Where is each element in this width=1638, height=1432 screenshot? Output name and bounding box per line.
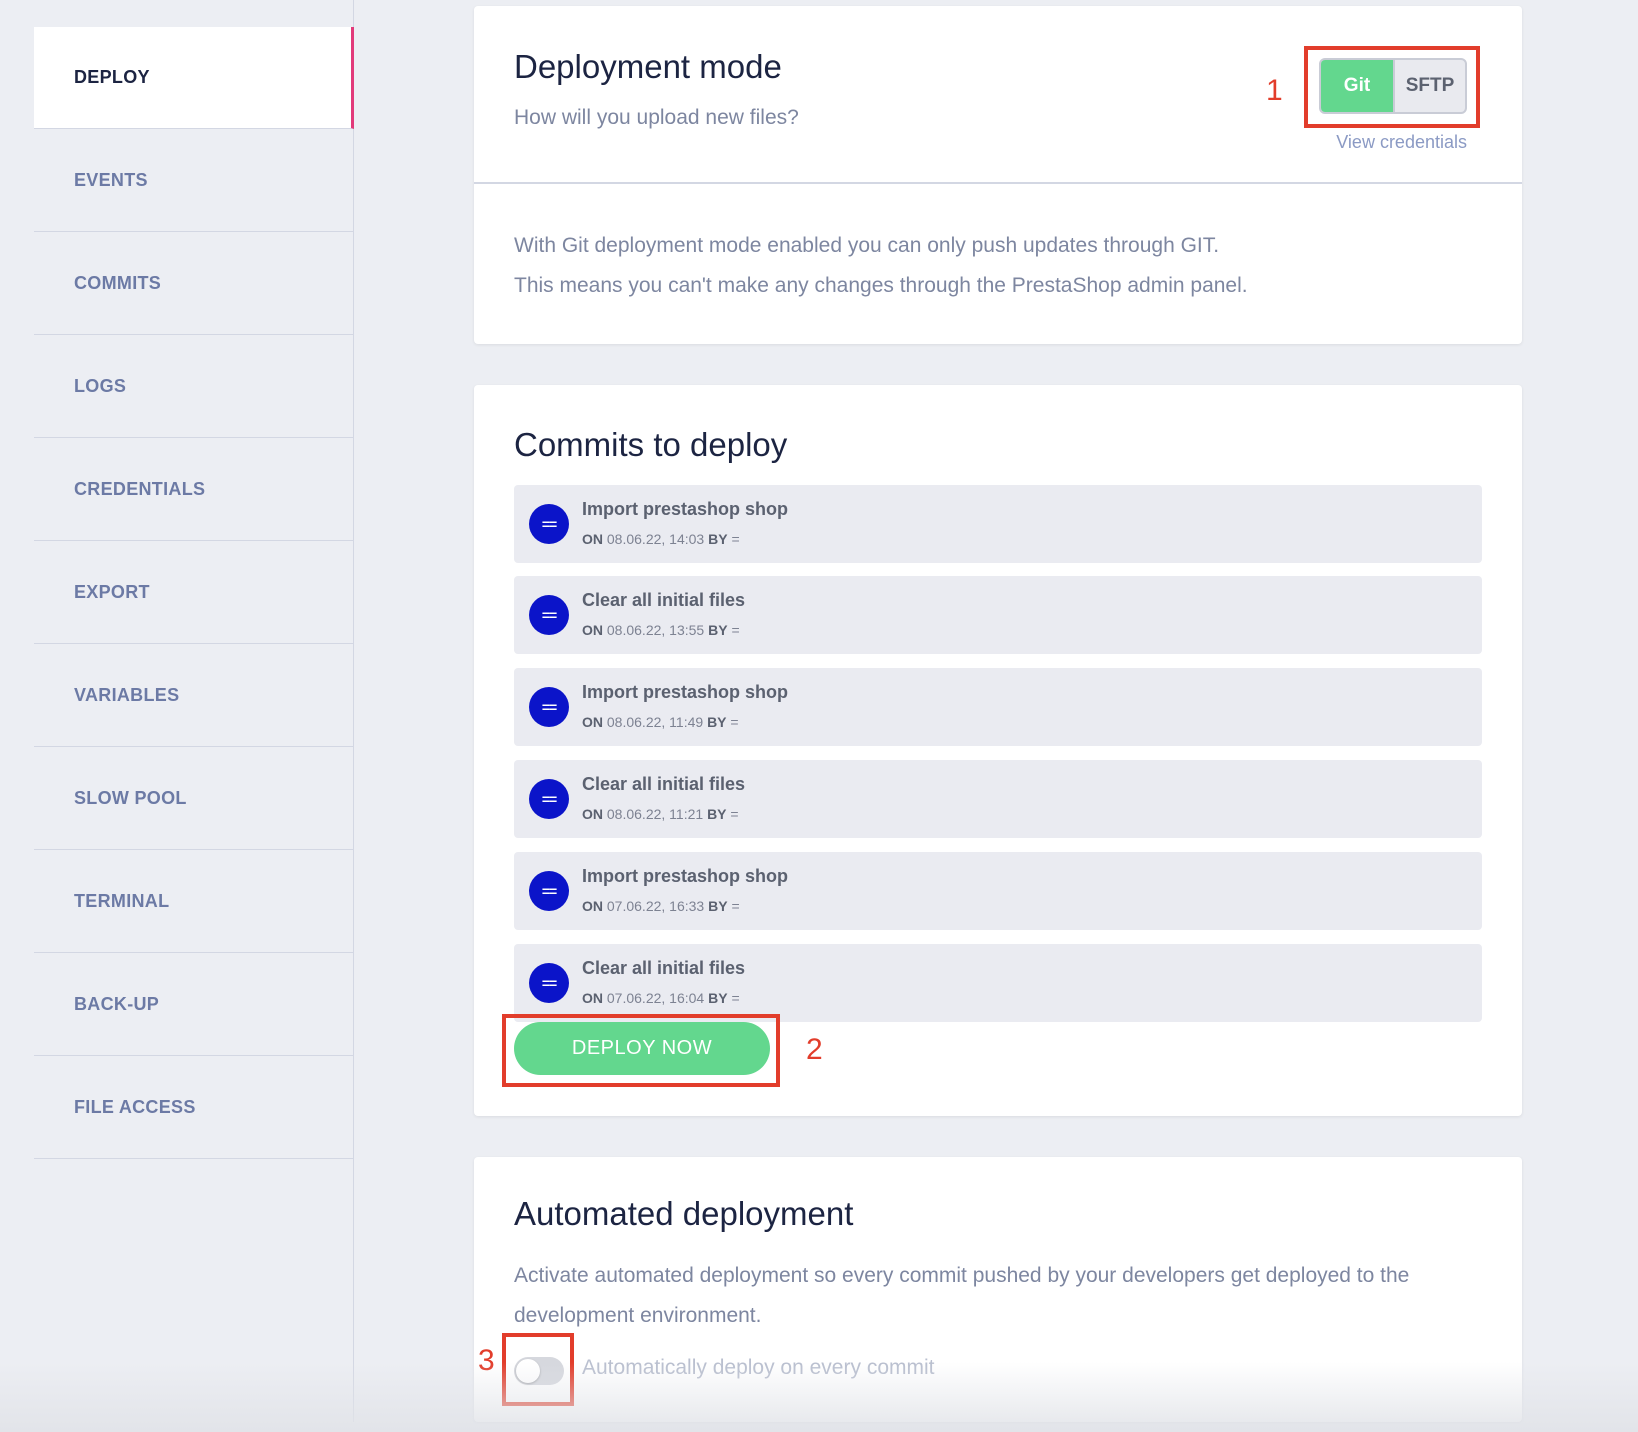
commit-meta: ON 08.06.22, 13:55 BY = (582, 622, 740, 638)
by-label: BY (708, 898, 728, 914)
on-label: ON (582, 622, 603, 638)
sidebar-item-label: COMMITS (74, 272, 162, 293)
by-label: BY (708, 531, 728, 547)
deployment-mode-title: Deployment mode (514, 48, 782, 85)
on-label: ON (582, 990, 603, 1006)
sidebar-item-slow-pool[interactable]: SLOW POOL (34, 747, 354, 850)
sidebar-item-label: EVENTS (74, 169, 148, 190)
commit-author: = (731, 622, 740, 638)
sidebar-item-logs[interactable]: LOGS (34, 335, 354, 438)
sftp-mode-button[interactable]: SFTP (1393, 60, 1465, 112)
sidebar-item-events[interactable]: EVENTS (34, 129, 354, 232)
git-mode-button[interactable]: Git (1321, 60, 1393, 112)
annotation-number-3: 3 (478, 1344, 495, 1377)
commit-item[interactable]: == Import prestashop shop ON 08.06.22, 1… (514, 668, 1482, 746)
sidebar-item-label: TERMINAL (74, 890, 170, 911)
avatar: == (529, 963, 569, 1003)
avatar: == (529, 687, 569, 727)
avatar: == (529, 779, 569, 819)
commit-message: Import prestashop shop (582, 682, 789, 702)
deployment-mode-subtitle: How will you upload new files? (514, 106, 799, 129)
sidebar-item-label: CREDENTIALS (74, 478, 206, 499)
annotation-box-3 (502, 1333, 574, 1406)
sidebar-item-label: BACK-UP (74, 993, 160, 1014)
commits-title: Commits to deploy (514, 426, 788, 463)
sidebar-item-variables[interactable]: VARIABLES (34, 644, 354, 747)
by-label: BY (707, 714, 727, 730)
commit-message: Clear all initial files (582, 774, 746, 794)
sidebar-item-commits[interactable]: COMMITS (34, 232, 354, 335)
commit-item[interactable]: == Clear all initial files ON 08.06.22, … (514, 576, 1482, 654)
commit-item[interactable]: == Clear all initial files ON 08.06.22, … (514, 760, 1482, 838)
commits-card: Commits to deploy == Import prestashop s… (474, 385, 1522, 1116)
commit-meta: ON 08.06.22, 14:03 BY = (582, 531, 740, 547)
description-line: With Git deployment mode enabled you can… (514, 234, 1220, 257)
commit-author: = (731, 898, 740, 914)
sidebar-item-deploy[interactable]: DEPLOY (34, 27, 354, 129)
commit-date: 08.06.22, 14:03 (606, 531, 705, 547)
on-label: ON (582, 898, 603, 914)
sidebar-item-back-up[interactable]: BACK-UP (34, 953, 354, 1056)
commit-date: 07.06.22, 16:04 (606, 990, 705, 1006)
sidebar-item-label: DEPLOY (74, 67, 150, 87)
commit-meta: ON 08.06.22, 11:21 BY = (582, 806, 739, 822)
commit-date: 07.06.22, 16:33 (606, 898, 705, 914)
sidebar-item-export[interactable]: EXPORT (34, 541, 354, 644)
commit-item[interactable]: == Import prestashop shop ON 08.06.22, 1… (514, 485, 1482, 563)
commit-author: = (730, 806, 739, 822)
sidebar-item-credentials[interactable]: CREDENTIALS (34, 438, 354, 541)
on-label: ON (582, 714, 603, 730)
commit-author: = (731, 990, 740, 1006)
annotation-number-2: 2 (806, 1033, 823, 1066)
by-label: BY (708, 622, 728, 638)
commit-item[interactable]: == Import prestashop shop ON 07.06.22, 1… (514, 852, 1482, 930)
commit-message: Clear all initial files (582, 590, 746, 610)
deployment-mode-header: Deployment mode How will you upload new … (474, 6, 1522, 184)
sidebar-item-file-access[interactable]: FILE ACCESS (34, 1056, 354, 1159)
avatar: == (529, 595, 569, 635)
on-label: ON (582, 806, 603, 822)
by-label: BY (707, 806, 727, 822)
commit-meta: ON 07.06.22, 16:33 BY = (582, 898, 740, 914)
avatar: == (529, 871, 569, 911)
on-label: ON (582, 531, 603, 547)
deployment-mode-description: With Git deployment mode enabled you can… (514, 226, 1248, 306)
automated-deployment-card: Automated deployment Activate automated … (474, 1157, 1522, 1422)
commit-meta: ON 07.06.22, 16:04 BY = (582, 990, 740, 1006)
description-line: This means you can't make any changes th… (514, 274, 1248, 297)
deployment-mode-card: Deployment mode How will you upload new … (474, 6, 1522, 344)
commit-message: Import prestashop shop (582, 499, 789, 519)
auto-deploy-label: Automatically deploy on every commit (582, 1356, 935, 1379)
sidebar-nav: DEPLOY EVENTS COMMITS LOGS CREDENTIALS E… (34, 27, 354, 1159)
commit-item[interactable]: == Clear all initial files ON 07.06.22, … (514, 944, 1482, 1022)
commit-author: = (731, 531, 740, 547)
sidebar-item-label: FILE ACCESS (74, 1096, 196, 1117)
commit-message: Clear all initial files (582, 958, 746, 978)
commit-date: 08.06.22, 13:55 (606, 622, 705, 638)
commit-date: 08.06.22, 11:49 (606, 714, 704, 730)
automated-deployment-description: Activate automated deployment so every c… (514, 1264, 1410, 1327)
deployment-mode-toggle: Git SFTP (1319, 58, 1467, 114)
sidebar: DEPLOY EVENTS COMMITS LOGS CREDENTIALS E… (0, 0, 354, 1422)
avatar: == (529, 504, 569, 544)
annotation-number-1: 1 (1266, 74, 1283, 107)
annotation-box-2 (502, 1014, 780, 1087)
commit-date: 08.06.22, 11:21 (606, 806, 704, 822)
sidebar-item-label: EXPORT (74, 581, 150, 602)
sidebar-item-label: SLOW POOL (74, 787, 187, 808)
automated-deployment-title: Automated deployment (514, 1195, 854, 1232)
commit-message: Import prestashop shop (582, 866, 789, 886)
sidebar-item-label: VARIABLES (74, 684, 180, 705)
commit-meta: ON 08.06.22, 11:49 BY = (582, 714, 739, 730)
commit-author: = (730, 714, 739, 730)
by-label: BY (708, 990, 728, 1006)
sidebar-item-label: LOGS (74, 375, 127, 396)
view-credentials-link[interactable]: View credentials (1319, 132, 1467, 153)
sidebar-item-terminal[interactable]: TERMINAL (34, 850, 354, 953)
